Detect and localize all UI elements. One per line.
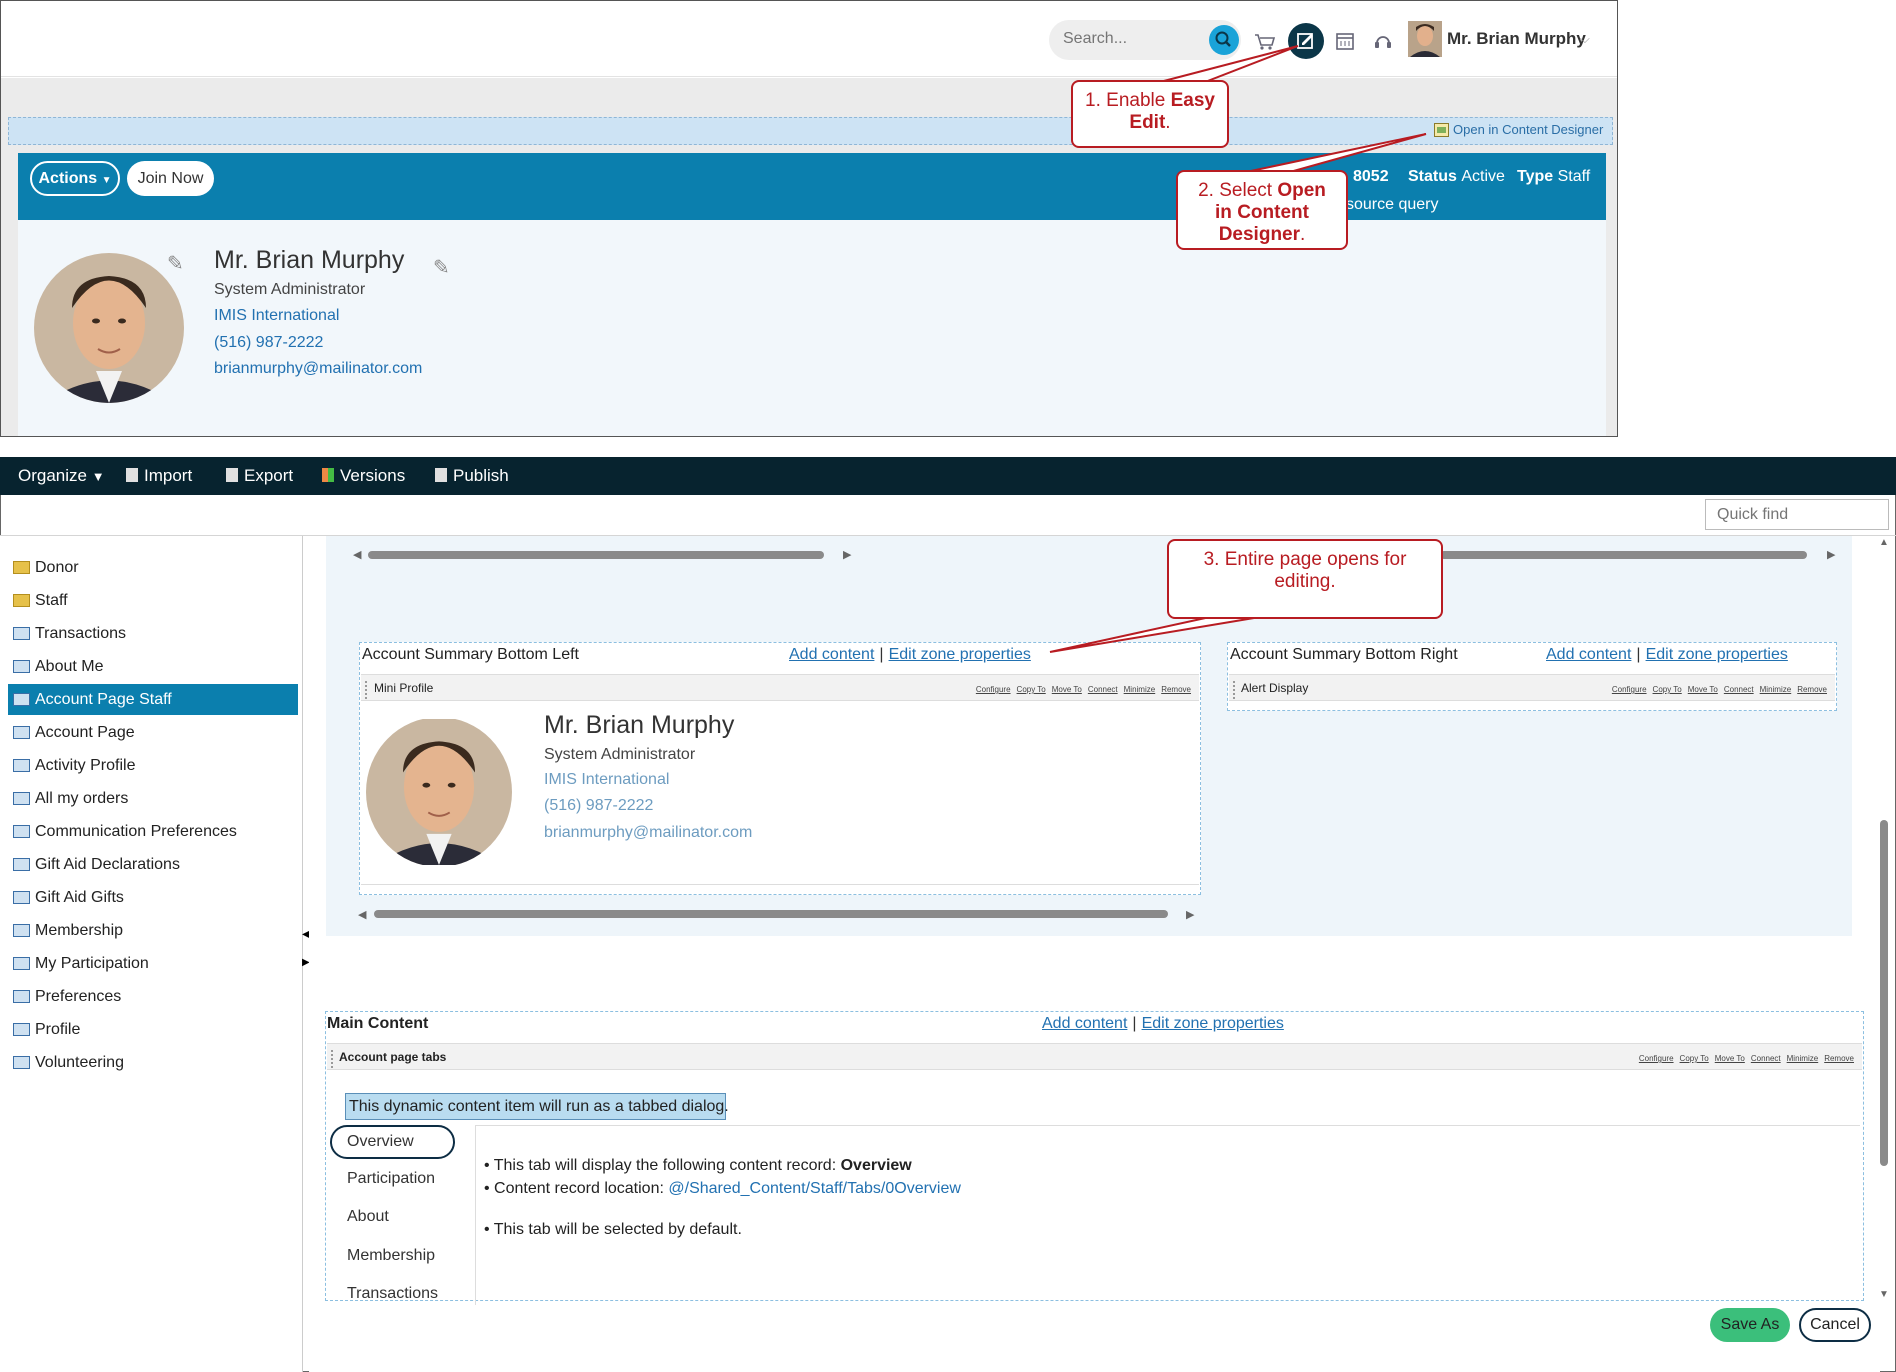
callout-text: . bbox=[1165, 112, 1171, 133]
callout-step-2: 2. Select Open in Content Designer. bbox=[1176, 170, 1348, 250]
callout-pointers bbox=[1049, 45, 1427, 653]
callout-text: . bbox=[1300, 224, 1306, 245]
callout-step-3: 3. Entire page opens for editing. bbox=[1167, 539, 1443, 619]
callout-step-1: 1. Enable Easy Edit. bbox=[1071, 80, 1229, 148]
callout-text: 1. Enable bbox=[1085, 90, 1171, 111]
callout-text: 2. Select bbox=[1198, 180, 1278, 201]
